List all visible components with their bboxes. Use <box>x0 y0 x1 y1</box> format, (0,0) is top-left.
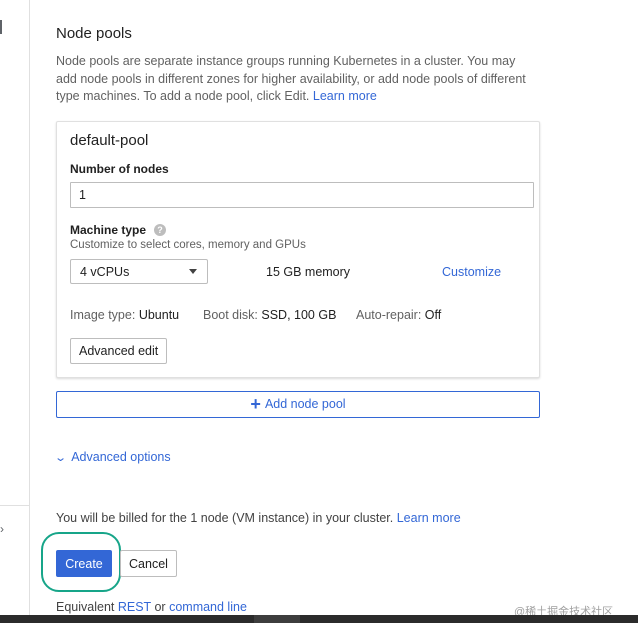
advanced-options-label: Advanced options <box>71 450 171 464</box>
rail-marker <box>0 20 2 34</box>
boot-disk: Boot disk: SSD, 100 GB <box>203 308 336 322</box>
equivalent-prefix: Equivalent <box>56 600 115 614</box>
advanced-options-toggle[interactable]: ⌄ Advanced options <box>54 450 171 464</box>
cancel-button[interactable]: Cancel <box>120 550 177 577</box>
cpu-select-value: 4 vCPUs <box>80 265 130 279</box>
auto-repair: Auto-repair: Off <box>356 308 441 322</box>
image-type-label: Image type: <box>70 308 136 322</box>
auto-repair-label: Auto-repair: <box>356 308 422 322</box>
chevron-down-icon <box>189 269 197 274</box>
customize-link[interactable]: Customize <box>442 265 501 279</box>
learn-more-link[interactable]: Learn more <box>313 89 377 103</box>
rail-divider <box>0 505 29 506</box>
auto-repair-value: Off <box>424 308 442 322</box>
add-node-pool-button[interactable]: + Add node pool <box>56 391 540 418</box>
node-pool-card: default-pool Number of nodes Machine typ… <box>56 121 540 378</box>
billing-text: You will be billed for the 1 node (VM in… <box>56 511 394 525</box>
billing-learn-more-link[interactable]: Learn more <box>397 511 461 525</box>
double-chevron-down-icon: ⌄ <box>54 452 68 464</box>
cpu-select[interactable]: 4 vCPUs <box>70 259 208 284</box>
taskbar-tab[interactable] <box>254 615 300 623</box>
machine-type-label: Machine type <box>70 223 147 237</box>
number-of-nodes-input[interactable] <box>70 182 534 208</box>
command-line-link[interactable]: command line <box>169 600 247 614</box>
machine-type-hint: Customize to select cores, memory and GP… <box>70 239 306 251</box>
add-node-pool-label: Add node pool <box>264 397 346 411</box>
plus-icon: + <box>250 394 261 414</box>
equivalent-line: Equivalent REST or command line <box>56 600 247 614</box>
left-rail: › <box>0 0 30 623</box>
image-type-value: Ubuntu <box>138 308 180 322</box>
number-of-nodes-label: Number of nodes <box>70 162 169 176</box>
equivalent-or: or <box>154 600 166 614</box>
billing-notice: You will be billed for the 1 node (VM in… <box>56 511 461 525</box>
create-button[interactable]: Create <box>56 550 112 577</box>
description-text: Node pools are separate instance groups … <box>56 54 526 103</box>
section-title: Node pools <box>56 25 132 42</box>
rail-chevron-icon: › <box>0 522 4 536</box>
taskbar <box>0 615 638 623</box>
section-description: Node pools are separate instance groups … <box>56 53 536 106</box>
memory-value: 15 GB memory <box>266 265 351 279</box>
advanced-edit-button[interactable]: Advanced edit <box>70 338 168 364</box>
rest-link[interactable]: REST <box>118 600 151 614</box>
pool-name: default-pool <box>70 132 149 149</box>
boot-disk-label: Boot disk: <box>203 308 258 322</box>
help-icon[interactable]: ? <box>154 224 166 236</box>
image-type: Image type: Ubuntu <box>70 308 179 322</box>
boot-disk-value: SSD, 100 GB <box>261 308 337 322</box>
